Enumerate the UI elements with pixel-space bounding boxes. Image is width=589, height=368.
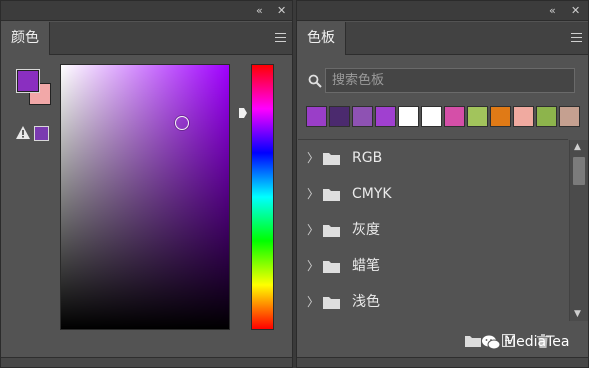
swatch-group-item[interactable]: 〉 蜡笔 bbox=[298, 248, 568, 284]
folder-icon bbox=[323, 153, 340, 165]
watermark: MediaTea bbox=[482, 334, 569, 350]
scroll-thumb[interactable] bbox=[573, 157, 585, 185]
folder-icon bbox=[323, 189, 340, 201]
color-swatch[interactable] bbox=[329, 106, 350, 127]
color-swatch[interactable] bbox=[536, 106, 557, 127]
color-swatch[interactable] bbox=[421, 106, 442, 127]
gamut-color-swatch[interactable] bbox=[34, 126, 49, 141]
color-swatch[interactable] bbox=[444, 106, 465, 127]
new-group-folder-icon[interactable] bbox=[465, 334, 481, 347]
sb-black-layer bbox=[61, 65, 229, 329]
swatch-group-label: 灰度 bbox=[352, 222, 380, 238]
list-scrollbar[interactable]: ▲ ▼ bbox=[569, 140, 588, 321]
close-panel-button[interactable]: ✕ bbox=[571, 4, 580, 18]
scroll-up-arrow-icon[interactable]: ▲ bbox=[574, 142, 581, 152]
folder-icon bbox=[323, 261, 340, 273]
swatches-panel-bottom-strip bbox=[297, 357, 588, 367]
color-panel-titlebar: « ✕ bbox=[1, 1, 292, 21]
swatches-panel-titlebar: « ✕ bbox=[297, 1, 588, 21]
expand-chevron-icon[interactable]: 〉 bbox=[307, 187, 319, 201]
swatches-panel-tabbar: 色板 bbox=[297, 22, 588, 55]
saturation-brightness-field[interactable] bbox=[60, 64, 230, 330]
wechat-icon bbox=[482, 335, 500, 349]
color-panel: « ✕ 颜色 bbox=[0, 0, 293, 368]
watermark-text: MediaTea bbox=[504, 334, 570, 350]
swatch-group-item[interactable]: 〉 CMYK bbox=[298, 176, 568, 212]
color-swatch[interactable] bbox=[398, 106, 419, 127]
swatches-panel: « ✕ 色板 〉RGB〉CMYK〉灰度〉蜡笔〉浅色 ▲ ▼ bbox=[296, 0, 589, 368]
panel-menu-icon[interactable] bbox=[571, 33, 582, 42]
search-icon bbox=[308, 74, 322, 88]
foreground-color-swatch[interactable] bbox=[16, 69, 40, 93]
hue-slider-pointer-icon[interactable] bbox=[239, 108, 247, 119]
swatch-group-list: 〉 RGB 〉 CMYK 〉灰度〉蜡笔〉浅色 bbox=[298, 139, 568, 321]
expand-chevron-icon[interactable]: 〉 bbox=[307, 151, 319, 165]
color-swatch[interactable] bbox=[467, 106, 488, 127]
swatch-group-label: 浅色 bbox=[352, 294, 380, 310]
expand-chevron-icon[interactable]: 〉 bbox=[307, 295, 319, 309]
tab-swatches[interactable]: 色板 bbox=[297, 22, 346, 55]
swatch-group-item[interactable]: 〉 RGB bbox=[298, 140, 568, 176]
swatch-group-label: 蜡笔 bbox=[352, 258, 380, 274]
color-panel-bottom-strip bbox=[1, 357, 292, 367]
tab-color[interactable]: 颜色 bbox=[1, 22, 50, 55]
expand-chevron-icon[interactable]: 〉 bbox=[307, 259, 319, 273]
scroll-down-arrow-icon[interactable]: ▼ bbox=[574, 309, 581, 319]
swatch-group-label: RGB bbox=[352, 150, 383, 166]
color-swatch[interactable] bbox=[513, 106, 534, 127]
search-swatches-input[interactable] bbox=[325, 68, 575, 93]
swatch-group-item[interactable]: 〉 灰度 bbox=[298, 212, 568, 248]
hue-slider[interactable] bbox=[251, 64, 274, 330]
recent-swatches-row bbox=[306, 106, 580, 127]
color-swatch[interactable] bbox=[490, 106, 511, 127]
color-swatch[interactable] bbox=[352, 106, 373, 127]
out-of-gamut-warning-icon[interactable] bbox=[16, 126, 30, 139]
expand-chevron-icon[interactable]: 〉 bbox=[307, 223, 319, 237]
close-panel-button[interactable]: ✕ bbox=[277, 4, 286, 18]
collapse-panel-button[interactable]: « bbox=[549, 4, 556, 18]
swatch-group-label: CMYK bbox=[352, 186, 392, 202]
color-swatch[interactable] bbox=[306, 106, 327, 127]
folder-icon bbox=[323, 297, 340, 309]
panel-menu-icon[interactable] bbox=[275, 33, 286, 42]
color-swatch[interactable] bbox=[559, 106, 580, 127]
collapse-panel-button[interactable]: « bbox=[256, 4, 263, 18]
color-swatch[interactable] bbox=[375, 106, 396, 127]
color-panel-tabbar: 颜色 bbox=[1, 22, 292, 55]
color-selection-ring[interactable] bbox=[174, 116, 189, 131]
folder-icon bbox=[323, 225, 340, 237]
swatch-group-item[interactable]: 〉 浅色 bbox=[298, 284, 568, 320]
